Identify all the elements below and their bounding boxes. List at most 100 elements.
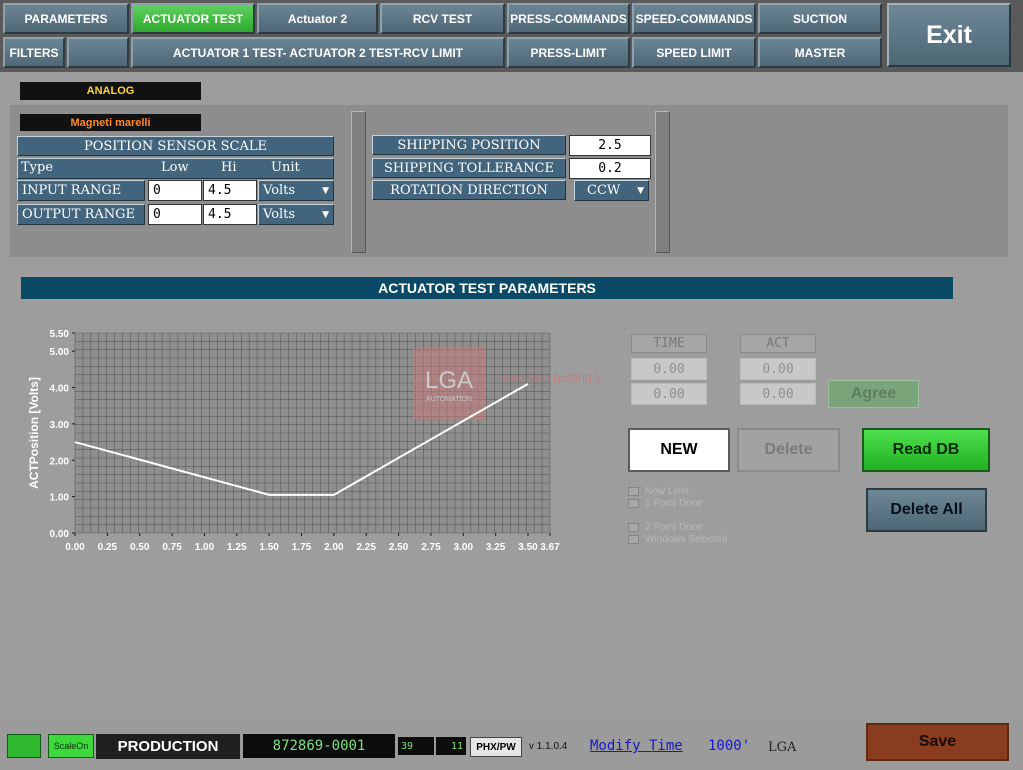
y-tick-label: 5.50 [50, 329, 70, 340]
agree-button[interactable]: Agree [828, 380, 919, 408]
act-column-header: ACT [740, 334, 816, 353]
section-title: ACTUATOR TEST PARAMETERS [21, 277, 953, 299]
watermark-tagline: Lead you getting your aim. [496, 370, 600, 385]
windows-selected-check[interactable]: Windows Selected [628, 534, 727, 545]
tab-speed-limit[interactable]: SPEED LIMIT [632, 37, 756, 68]
actuator-position-chart: LGA AUTOMATION Lead you getting your aim… [27, 329, 600, 553]
x-tick-label: 0.50 [130, 542, 150, 553]
x-tick-label: 1.50 [259, 542, 279, 553]
rotation-direction-select[interactable]: CCW ▼ [574, 180, 649, 201]
tab-actuator-limits[interactable]: ACTUATOR 1 TEST- ACTUATOR 2 TEST-RCV LIM… [131, 37, 505, 68]
production-mode-label: PRODUCTION [96, 734, 240, 759]
company-name: LGA [768, 740, 797, 755]
chevron-down-icon: ▼ [322, 209, 329, 220]
output-range-unit-select[interactable]: Volts ▼ [258, 204, 334, 225]
input-range-low-field[interactable]: 0 [148, 180, 202, 201]
new-limit-check[interactable]: New Limit [628, 486, 689, 497]
modify-time-link[interactable]: Modify Time [590, 738, 683, 754]
act-row-1[interactable]: 0.00 [740, 358, 816, 380]
version-text: v 1.1.0.4 [529, 741, 568, 752]
tab-filters[interactable]: FILTERS [3, 37, 65, 68]
y-axis-label: ACTPosition [Volts] [27, 377, 41, 489]
sensor-brand-tag: Magneti marelli [20, 114, 201, 131]
y-axis-ticks: 0.00 1.00 2.00 3.00 4.00 5.00 5.50 [50, 329, 75, 540]
rotation-value: CCW [587, 183, 621, 198]
y-tick-label: 5.00 [50, 347, 70, 358]
x-tick-label: 2.75 [421, 542, 441, 553]
tab-suction[interactable]: SUCTION [758, 3, 882, 34]
x-tick-label: 3.67 [540, 542, 560, 553]
y-tick-label: 4.00 [50, 384, 70, 395]
tab-speed-commands[interactable]: SPEED-COMMANDS [632, 3, 756, 34]
y-tick-label: 2.00 [50, 456, 70, 467]
sensor-type-tag: ANALOG [20, 82, 201, 100]
header-hi: Hi [221, 160, 237, 175]
time-row-1[interactable]: 0.00 [631, 358, 707, 380]
header-unit: Unit [271, 160, 300, 175]
new-button[interactable]: NEW [628, 428, 730, 472]
windows-selected-label: Windows Selected [645, 534, 728, 545]
watermark-subtitle: AUTOMATION [426, 396, 472, 403]
checkbox-icon [628, 499, 639, 508]
tab-actuator-2[interactable]: Actuator 2 [257, 3, 378, 34]
tab-parameters[interactable]: PARAMETERS [3, 3, 129, 34]
x-tick-label: 2.25 [356, 542, 376, 553]
x-tick-label: 3.25 [486, 542, 506, 553]
header-low: Low [161, 160, 189, 175]
input-range-hi-field[interactable]: 4.5 [203, 180, 257, 201]
shipping-tolerance-field[interactable]: 0.2 [569, 158, 651, 179]
rotation-direction-label: ROTATION DIRECTION [372, 180, 566, 200]
checkbox-icon [628, 523, 639, 532]
status-indicator-light [7, 734, 41, 758]
time-column-header: TIME [631, 334, 707, 353]
scale-on-indicator: ScaleOn [48, 734, 94, 758]
tab-blank[interactable] [67, 37, 129, 68]
modify-time-value: 1000' [708, 738, 751, 754]
x-tick-label: 2.50 [389, 542, 409, 553]
x-axis-ticks: 0.00 0.25 0.50 0.75 1.00 1.25 1.50 1.75 2.00 2.25… [65, 533, 560, 553]
output-range-low-field[interactable]: 0 [148, 204, 202, 225]
y-tick-label: 0.00 [50, 529, 70, 540]
x-tick-label: 1.25 [227, 542, 247, 553]
x-tick-label: 0.00 [65, 542, 85, 553]
tab-actuator-test[interactable]: ACTUATOR TEST [131, 3, 255, 34]
one-point-label: 1 Point Done [645, 498, 703, 509]
x-tick-label: 3.00 [454, 542, 474, 553]
x-tick-label: 3.50 [518, 542, 538, 553]
position-sensor-scale-title: POSITION SENSOR SCALE [17, 136, 334, 156]
delete-button[interactable]: Delete [737, 428, 840, 472]
two-point-check[interactable]: 2 Point Done [628, 522, 703, 533]
tab-press-limit[interactable]: PRESS-LIMIT [507, 37, 630, 68]
one-point-check[interactable]: 1 Point Done [628, 498, 703, 509]
serial-number-display: 872869-0001 [243, 734, 395, 758]
output-range-label: OUTPUT RANGE [17, 204, 145, 225]
act-row-2[interactable]: 0.00 [740, 383, 816, 405]
chevron-down-icon: ▼ [322, 185, 329, 196]
checkbox-icon [628, 535, 639, 544]
y-tick-label: 3.00 [50, 420, 70, 431]
output-range-hi-field[interactable]: 4.5 [203, 204, 257, 225]
shipping-tolerance-label: SHIPPING TOLLERANCE [372, 158, 566, 178]
save-button[interactable]: Save [866, 723, 1009, 761]
read-db-button[interactable]: Read DB [862, 428, 990, 472]
y-tick-label: 1.00 [50, 493, 70, 504]
delete-all-button[interactable]: Delete All [866, 488, 987, 532]
input-range-label: INPUT RANGE [17, 180, 145, 201]
shipping-position-label: SHIPPING POSITION [372, 135, 566, 155]
x-tick-label: 0.25 [98, 542, 118, 553]
model-badge: PHX/PW [470, 737, 522, 757]
shipping-position-field[interactable]: 2.5 [569, 135, 651, 156]
tab-rcv-test[interactable]: RCV TEST [380, 3, 505, 34]
x-tick-label: 1.00 [195, 542, 215, 553]
input-range-unit-select[interactable]: Volts ▼ [258, 180, 334, 201]
tab-master[interactable]: MASTER [758, 37, 882, 68]
checkbox-icon [628, 487, 639, 496]
time-row-2[interactable]: 0.00 [631, 383, 707, 405]
two-point-label: 2 Point Done [645, 522, 703, 533]
tab-press-commands[interactable]: PRESS-COMMANDS [507, 3, 630, 34]
counter-1-display: 39 [398, 737, 434, 755]
exit-button[interactable]: Exit [887, 3, 1011, 67]
panel-divider-right [655, 111, 670, 253]
panel-divider-left [351, 111, 366, 253]
x-tick-label: 2.00 [324, 542, 344, 553]
